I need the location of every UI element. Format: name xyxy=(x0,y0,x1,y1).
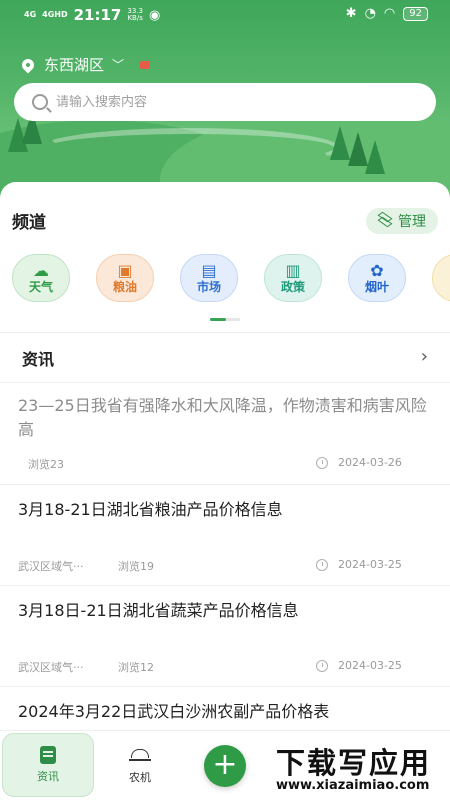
layers-icon xyxy=(377,211,393,228)
watermark-url: www.xiazaimiao.com xyxy=(276,778,430,793)
article-item[interactable]: 3月18-21日湖北省粮油产品价格信息 武汉区域气··· 浏览19 2024-0… xyxy=(0,484,450,585)
location-selector[interactable]: 东西湖区 ﹀ xyxy=(19,54,151,75)
search-bar[interactable] xyxy=(14,83,436,121)
nav-label: 农机 xyxy=(129,771,151,784)
battery-icon: 92 xyxy=(403,6,428,21)
article-views: 浏览19 xyxy=(118,560,154,573)
nav-machinery[interactable]: 农机 xyxy=(100,731,180,800)
channel-list: ☁ 天气 ▣ 粮油 ▤ 市场 ▥ 政策 ✿ 烟叶 xyxy=(12,254,450,304)
article-date: 2024-03-26 xyxy=(338,456,402,469)
chevron-right-icon[interactable]: › xyxy=(421,346,428,367)
divider xyxy=(0,332,450,333)
article-source: 武汉区域气··· xyxy=(18,560,84,573)
chat-icon: ◉ xyxy=(148,7,161,23)
channel-market[interactable]: ▤ 市场 xyxy=(180,254,238,302)
article-item[interactable]: 23—25日我省有强降水和大风降温，作物渍害和病害风险高 浏览23 2024-0… xyxy=(0,382,450,484)
watermark-logo: 下载写应用 www.xiazaimiao.com xyxy=(268,738,450,800)
flag-icon xyxy=(140,60,151,69)
article-title: 23—25日我省有强降水和大风降温，作物渍害和病害风险高 xyxy=(18,396,427,439)
tree-icon xyxy=(330,126,350,160)
content-card: 频道 管理 ☁ 天气 ▣ 粮油 ▤ 市场 ▥ 政策 ✿ 烟叶 资讯 › 23—2… xyxy=(0,182,450,730)
manage-button[interactable]: 管理 xyxy=(366,208,438,234)
channel-partial[interactable] xyxy=(432,254,450,302)
article-item[interactable]: 3月18日-21日湖北省蔬菜产品价格信息 武汉区域气··· 浏览12 2024-… xyxy=(0,585,450,686)
channel-grain-oil[interactable]: ▣ 粮油 xyxy=(96,254,154,302)
article-title: 3月18日-21日湖北省蔬菜产品价格信息 xyxy=(18,601,299,620)
channel-page-indicator xyxy=(210,318,240,321)
grain-oil-icon: ▣ xyxy=(117,261,133,280)
article-item[interactable]: 2024年3月22日武汉白沙洲农副产品价格表 xyxy=(0,686,450,730)
wifi-icon: ◠ xyxy=(383,6,396,21)
tree-icon xyxy=(365,140,385,174)
news-section-title: 资讯 xyxy=(22,350,55,369)
article-title: 3月18-21日湖北省粮油产品价格信息 xyxy=(18,500,283,519)
channel-label: 粮油 xyxy=(112,280,137,294)
channel-weather[interactable]: ☁ 天气 xyxy=(12,254,70,302)
status-bar: 4G 4GHD 21:17 33.3 KB/s ◉ ✱ ◔ ◠ 92 xyxy=(0,6,450,26)
header-banner: 4G 4GHD 21:17 33.3 KB/s ◉ ✱ ◔ ◠ 92 东西湖区 … xyxy=(0,0,450,200)
network-speed: 33.3 KB/s xyxy=(127,8,143,22)
policy-icon: ▥ xyxy=(285,261,301,280)
channel-policy[interactable]: ▥ 政策 xyxy=(264,254,322,302)
search-icon xyxy=(32,94,48,110)
banner-path xyxy=(40,128,340,168)
chevron-down-icon: ﹀ xyxy=(112,58,125,72)
market-icon: ▤ xyxy=(201,261,217,280)
bluetooth-icon: ✱ xyxy=(345,6,357,21)
clock-icon xyxy=(316,660,328,672)
alarm-icon: ◔ xyxy=(364,6,376,21)
nav-news[interactable]: 资讯 xyxy=(2,733,94,797)
channel-label: 市场 xyxy=(196,280,221,294)
tobacco-leaf-icon: ✿ xyxy=(370,261,384,280)
channel-label: 烟叶 xyxy=(364,280,389,294)
article-title: 2024年3月22日武汉白沙洲农副产品价格表 xyxy=(18,702,330,721)
machinery-icon xyxy=(129,747,151,765)
article-date: 2024-03-25 xyxy=(338,558,402,571)
news-icon xyxy=(40,746,56,764)
channel-section-title: 频道 xyxy=(12,213,46,233)
article-date: 2024-03-25 xyxy=(338,659,402,672)
location-name: 东西湖区 xyxy=(44,56,105,74)
speed-unit: KB/s xyxy=(127,14,143,22)
article-views: 浏览12 xyxy=(118,661,154,674)
channel-tobacco[interactable]: ✿ 烟叶 xyxy=(348,254,406,302)
channel-label: 天气 xyxy=(28,280,53,294)
status-time: 21:17 xyxy=(73,6,122,24)
nav-label: 资讯 xyxy=(37,770,59,783)
channel-label: 政策 xyxy=(280,280,305,294)
add-button[interactable]: + xyxy=(204,745,246,787)
location-pin-icon xyxy=(19,56,37,73)
signal-icon: 4GHD xyxy=(42,10,68,19)
article-views: 浏览23 xyxy=(28,458,64,471)
article-source: 武汉区域气··· xyxy=(18,661,84,674)
signal-icon: 4G xyxy=(24,10,37,19)
search-input[interactable] xyxy=(56,94,376,110)
weather-icon: ☁ xyxy=(33,261,49,280)
clock-icon xyxy=(316,559,328,571)
watermark-text: 下载写应用 xyxy=(276,746,432,780)
clock-icon xyxy=(316,457,328,469)
manage-label: 管理 xyxy=(398,214,426,230)
